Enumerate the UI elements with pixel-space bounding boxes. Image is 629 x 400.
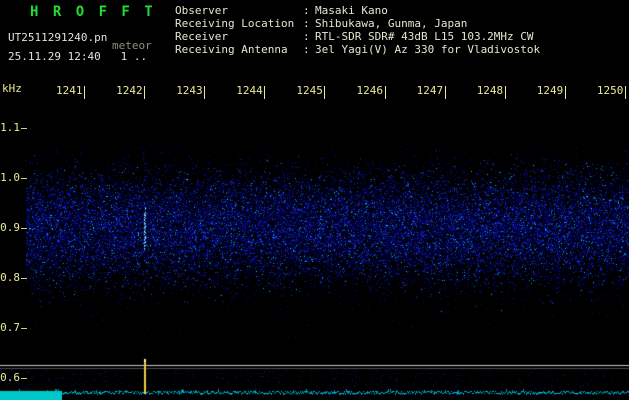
info-colon: : xyxy=(303,4,310,17)
datetime-status: 25.11.29 12:40 1 .. xyxy=(8,50,148,63)
station-info: Observer: Masaki Kano Receiving Location:… xyxy=(175,4,540,56)
info-label: Observer xyxy=(175,4,228,17)
info-row-observer: Observer: Masaki Kano xyxy=(175,4,540,17)
info-row-location: Receiving Location: Shibukawa, Gunma, Jap… xyxy=(175,17,540,30)
info-label: Receiving Location xyxy=(175,17,295,30)
info-value: Shibukawa, Gunma, Japan xyxy=(315,17,468,30)
info-row-antenna: Receiving Antenna:3el Yagi(V) Az 330 for… xyxy=(175,43,540,56)
app-title: H R O F F T xyxy=(30,4,156,20)
info-value: RTL-SDR SDR# 43dB L15 103.2MHz CW xyxy=(315,30,534,43)
freq-unit-label: kHz xyxy=(2,82,22,95)
info-value: 3el Yagi(V) Az 330 for Vladivostok xyxy=(315,43,541,56)
info-label: Receiver xyxy=(175,30,228,43)
hrofft-screen: H R O F F T UT2511291240.pn meteor 25.11… xyxy=(0,0,629,400)
info-colon: : xyxy=(303,30,310,43)
info-row-receiver: Receiver: RTL-SDR SDR# 43dB L15 103.2MHz … xyxy=(175,30,540,43)
info-colon: : xyxy=(303,43,310,56)
info-label: Receiving Antenna xyxy=(175,43,288,56)
output-filename: UT2511291240.pn xyxy=(8,31,108,44)
info-value: Masaki Kano xyxy=(315,4,388,17)
info-colon: : xyxy=(303,17,310,30)
